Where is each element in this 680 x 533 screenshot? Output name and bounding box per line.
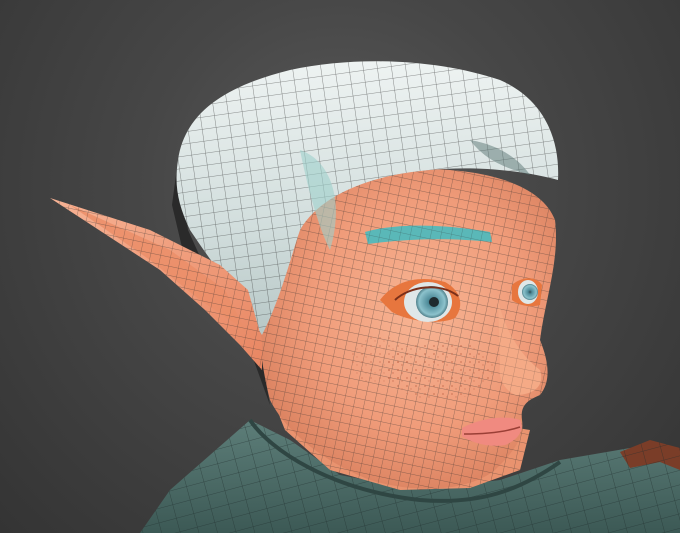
- eye-far: [512, 278, 542, 307]
- elf-head-model: [50, 61, 680, 533]
- 3d-viewport[interactable]: [0, 0, 680, 533]
